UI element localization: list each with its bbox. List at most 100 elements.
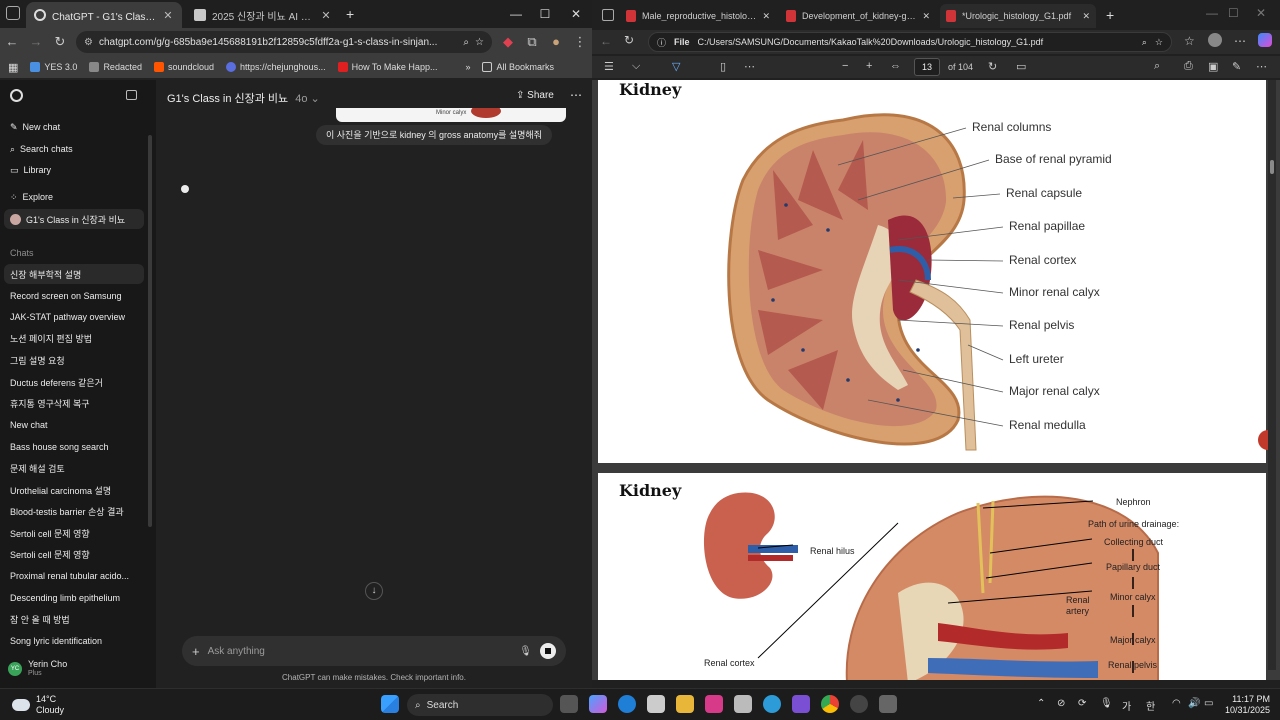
user-profile[interactable]: YC Yerin Cho Plus <box>8 658 148 680</box>
share-button[interactable]: ⇪ Share <box>516 90 554 101</box>
chat-history-item[interactable]: Record screen on Samsung <box>4 286 144 306</box>
page-number-input[interactable]: 13 <box>914 58 940 76</box>
more-options-icon[interactable]: ⋯ <box>570 88 582 102</box>
tray-app-icon[interactable]: ⊘ <box>1057 698 1065 709</box>
close-window-button[interactable]: ✕ <box>560 0 592 28</box>
maximize-button[interactable]: ☐ <box>1228 6 1239 20</box>
bookmark-chejunghouse[interactable]: https://chejunghous... <box>226 62 326 72</box>
gpt-g1-class[interactable]: G1's Class in 신장과 비뇨 <box>4 209 144 229</box>
app-icon[interactable] <box>734 695 752 713</box>
chat-history-item[interactable]: 노션 페이지 편집 방법 <box>4 329 144 349</box>
save-icon[interactable]: ▣ <box>1208 60 1218 73</box>
profile-icon[interactable]: ● <box>544 30 568 54</box>
minimize-button[interactable]: — <box>1206 6 1218 20</box>
chat-history-item[interactable]: 잠 안 올 때 방법 <box>4 610 144 630</box>
scroll-down-button[interactable]: ↓ <box>365 582 383 600</box>
chat-history-item[interactable]: Ductus deferens 같은거 <box>4 372 144 392</box>
search-icon[interactable]: ⌕ <box>1154 60 1160 73</box>
onenote-icon[interactable] <box>792 695 810 713</box>
chat-history-item[interactable]: 신장 해부학적 설명 <box>4 264 144 284</box>
close-icon[interactable]: ✕ <box>162 9 174 22</box>
close-icon[interactable]: ✕ <box>762 11 770 22</box>
chat-history-item[interactable]: Sertoli cell 문제 영향 <box>4 523 144 543</box>
zoom-out-icon[interactable]: − <box>842 60 848 72</box>
extensions-icon[interactable]: ⧉ <box>520 30 544 54</box>
more-icon[interactable]: ⋯ <box>1256 60 1267 73</box>
zoom-icon[interactable]: ⌕ <box>1142 37 1147 48</box>
search-chats-button[interactable]: ⌕ Search chats <box>4 139 144 159</box>
zoom-in-icon[interactable]: + <box>866 60 872 72</box>
chrome-app-icon[interactable] <box>821 695 839 713</box>
chat-history-item[interactable]: 휴지통 영구삭제 복구 <box>4 394 144 414</box>
chat-history-item[interactable]: New chat <box>4 415 144 435</box>
edge-app-icon[interactable] <box>618 695 636 713</box>
rotate-icon[interactable]: ↻ <box>988 60 997 73</box>
reload-icon[interactable]: ↻ <box>48 30 72 54</box>
new-tab-button[interactable]: + <box>1106 7 1114 23</box>
chat-history-item[interactable]: Bass house song search <box>4 437 144 457</box>
bookmark-how-to[interactable]: How To Make Happ... <box>337 62 437 72</box>
task-view-icon[interactable] <box>560 695 578 713</box>
pdf-viewer[interactable]: Kidney Renal columns Base of renal pyrami… <box>592 80 1280 680</box>
chat-history-item[interactable]: Blood-testis barrier 손상 결과 <box>4 502 144 522</box>
menu-icon[interactable]: ⋮ <box>568 30 592 54</box>
clock[interactable]: 11:17 PM 10/31/2025 <box>1222 694 1270 716</box>
close-icon[interactable]: ✕ <box>922 11 930 22</box>
store-icon[interactable] <box>647 695 665 713</box>
highlight-icon[interactable]: ⌵ <box>632 60 640 73</box>
tab-urologic-histology[interactable]: *Urologic_histology_G1.pdf ✕ <box>940 4 1096 28</box>
bookmark-soundcloud[interactable]: soundcloud <box>153 62 214 72</box>
windows-start-icon[interactable] <box>381 695 399 713</box>
close-icon[interactable]: ✕ <box>1082 11 1090 22</box>
openai-logo-icon[interactable] <box>10 89 23 102</box>
browser-app-icon[interactable] <box>763 695 781 713</box>
ime-mode-2[interactable]: 한 <box>1146 698 1155 713</box>
chat-history-item[interactable]: Song lyric identification <box>4 631 144 651</box>
tab-ai-chatbot[interactable]: 2025 신장과 비뇨 AI 챗봇 활용 ✕ <box>186 2 340 28</box>
sidebar-scrollbar[interactable] <box>148 135 152 527</box>
zoom-icon[interactable]: ⌕ <box>463 37 469 48</box>
close-window-button[interactable]: ✕ <box>1256 6 1266 20</box>
back-icon[interactable]: ← <box>0 30 24 54</box>
volume-icon[interactable]: 🔊 <box>1188 698 1200 709</box>
explore-button[interactable]: ⁘ Explore <box>4 187 144 207</box>
battery-icon[interactable]: ▭ <box>1204 698 1213 709</box>
reload-icon[interactable]: ↻ <box>624 33 634 47</box>
favorite-star-icon[interactable]: ☆ <box>1155 37 1163 48</box>
all-bookmarks[interactable]: All Bookmarks <box>482 62 554 72</box>
app-icon[interactable] <box>850 695 868 713</box>
print-icon[interactable]: ⎙ <box>1184 60 1193 73</box>
menu-icon[interactable]: ⋯ <box>1234 34 1246 48</box>
instagram-icon[interactable] <box>705 695 723 713</box>
chat-title[interactable]: G1's Class in 신장과 비뇨 4o ⌄ <box>167 90 320 106</box>
bookmark-star-icon[interactable]: ☆ <box>475 37 484 48</box>
wifi-icon[interactable]: ◠ <box>1172 698 1181 709</box>
library-button[interactable]: ▭ Library <box>4 160 144 180</box>
new-chat-button[interactable]: ✎ New chat <box>4 117 144 137</box>
chat-history-item[interactable]: Urothelial carcinoma 설명 <box>4 480 144 500</box>
pdf-vertical-scrollbar[interactable] <box>1268 80 1276 670</box>
tab-search-icon[interactable] <box>6 6 20 20</box>
page-view-icon[interactable]: ▯ <box>720 60 726 73</box>
weather-widget[interactable]: 14°C Cloudy <box>12 694 64 716</box>
close-icon[interactable]: ✕ <box>320 9 332 22</box>
chat-history-item[interactable]: 문제 해설 검토 <box>4 458 144 478</box>
scroll-thumb[interactable] <box>1270 160 1274 174</box>
forward-icon[interactable]: → <box>24 30 48 54</box>
extension-red-icon[interactable]: ◆ <box>496 30 520 54</box>
apps-icon[interactable]: ▦ <box>8 61 18 74</box>
chat-history-item[interactable]: Proximal renal tubular acido... <box>4 566 144 586</box>
chat-history-item[interactable]: Descending limb epithelium <box>4 588 144 608</box>
toggle-sidebar-icon[interactable] <box>126 90 137 100</box>
bookmark-yes[interactable]: YES 3.0 <box>30 62 77 72</box>
microphone-icon[interactable]: 🎙 <box>1100 698 1113 709</box>
chevron-up-icon[interactable]: ⌃ <box>1037 698 1045 709</box>
chat-history-item[interactable]: JAK-STAT pathway overview <box>4 307 144 327</box>
sync-icon[interactable]: ⟳ <box>1078 698 1086 709</box>
file-explorer-icon[interactable] <box>676 695 694 713</box>
more-bookmarks-icon[interactable]: » <box>465 62 470 72</box>
contents-icon[interactable]: ☰ <box>604 60 614 73</box>
tab-chatgpt[interactable]: ChatGPT - G1's Class in 신장과 ✕ <box>26 2 182 28</box>
stop-button[interactable] <box>540 643 556 659</box>
tab-actions-icon[interactable] <box>602 9 614 21</box>
